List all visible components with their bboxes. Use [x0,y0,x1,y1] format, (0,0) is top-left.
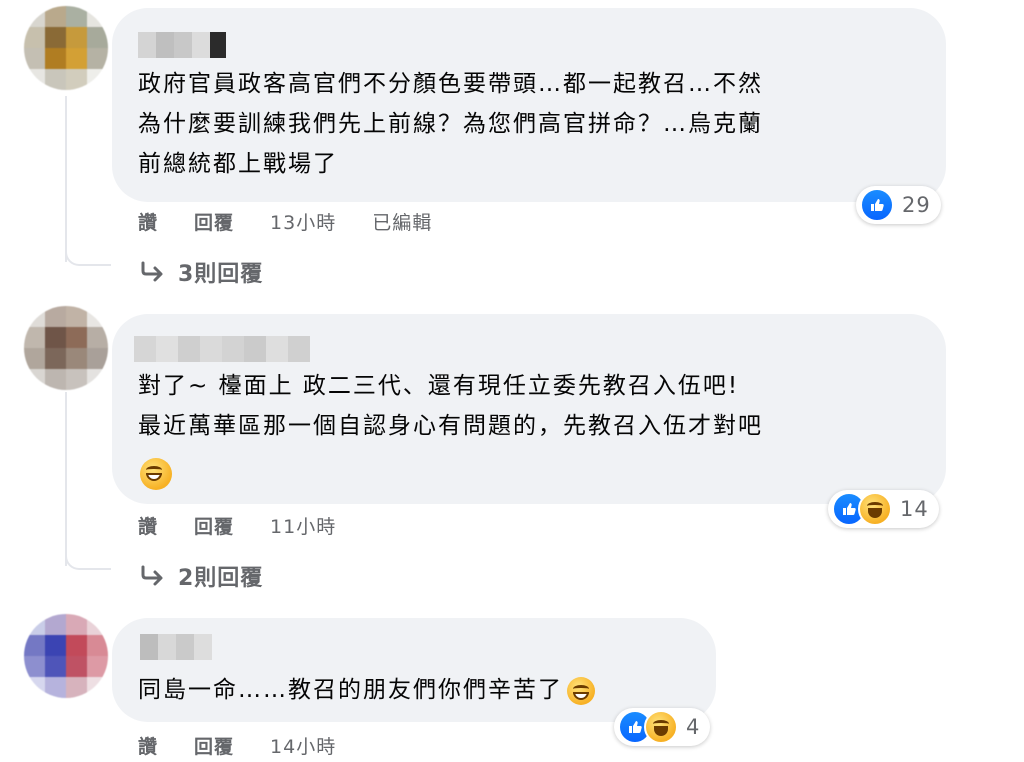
avatar[interactable] [24,306,108,390]
author-name[interactable] [138,32,226,58]
comment-bubble: 對了~ 檯面上 政二三代、還有現任立委先教召入伍吧! 最近萬華區那一個自認身心有… [112,314,946,504]
replies-count-label: 3則回覆 [178,262,264,287]
avatar[interactable] [24,614,108,698]
thread-line [65,392,67,566]
comment-bubble: 政府官員政客高官們不分顏色要帶頭…都一起教召…不然 為什麼要訓練我們先上前線？為… [112,8,946,202]
thread-branch [65,554,111,570]
comment-actions: 讚 回覆 14小時 [138,732,372,759]
timestamp[interactable]: 11小時 [270,512,336,539]
reply-button[interactable]: 回覆 [194,208,234,235]
grinning-emoji-icon [140,458,172,490]
thread-branch [65,250,111,266]
like-reaction-icon [860,188,894,222]
reaction-summary[interactable]: 14 [828,490,939,528]
timestamp[interactable]: 14小時 [270,732,336,759]
view-replies-link[interactable]: 2則回覆 [140,560,263,592]
reaction-count: 29 [902,193,931,217]
comment-actions: 讚 回覆 11小時 [138,512,372,539]
reply-arrow-icon [141,261,163,282]
like-button[interactable]: 讚 [138,732,158,759]
comment-actions: 讚 回覆 13小時 已編輯 [138,208,468,235]
reaction-count: 14 [900,497,929,521]
avatar[interactable] [24,6,108,90]
view-replies-link[interactable]: 3則回覆 [140,256,263,288]
reaction-summary[interactable]: 4 [614,708,711,746]
timestamp[interactable]: 13小時 [270,208,336,235]
reply-button[interactable]: 回覆 [194,732,234,759]
reply-arrow-icon [141,565,163,586]
haha-reaction-icon [858,492,892,526]
replies-count-label: 2則回覆 [178,566,264,591]
comment-text: 政府官員政客高官們不分顏色要帶頭…都一起教召…不然 為什麼要訓練我們先上前線？為… [138,71,763,177]
author-name[interactable] [134,336,310,362]
thread-line [65,96,67,262]
like-button[interactable]: 讚 [138,512,158,539]
author-name[interactable] [140,634,212,660]
reply-button[interactable]: 回覆 [194,512,234,539]
haha-reaction-icon [644,710,678,744]
like-button[interactable]: 讚 [138,208,158,235]
comment-bubble: 同島一命……教召的朋友們你們辛苦了 [112,618,716,722]
grinning-emoji-icon [567,676,595,705]
comment-text: 對了~ 檯面上 政二三代、還有現任立委先教召入伍吧! 最近萬華區那一個自認身心有… [138,373,763,439]
edited-label: 已編輯 [372,212,433,234]
reaction-summary[interactable]: 29 [856,186,941,224]
reaction-count: 4 [686,715,701,739]
comment-text: 同島一命……教召的朋友們你們辛苦了 [138,670,595,710]
